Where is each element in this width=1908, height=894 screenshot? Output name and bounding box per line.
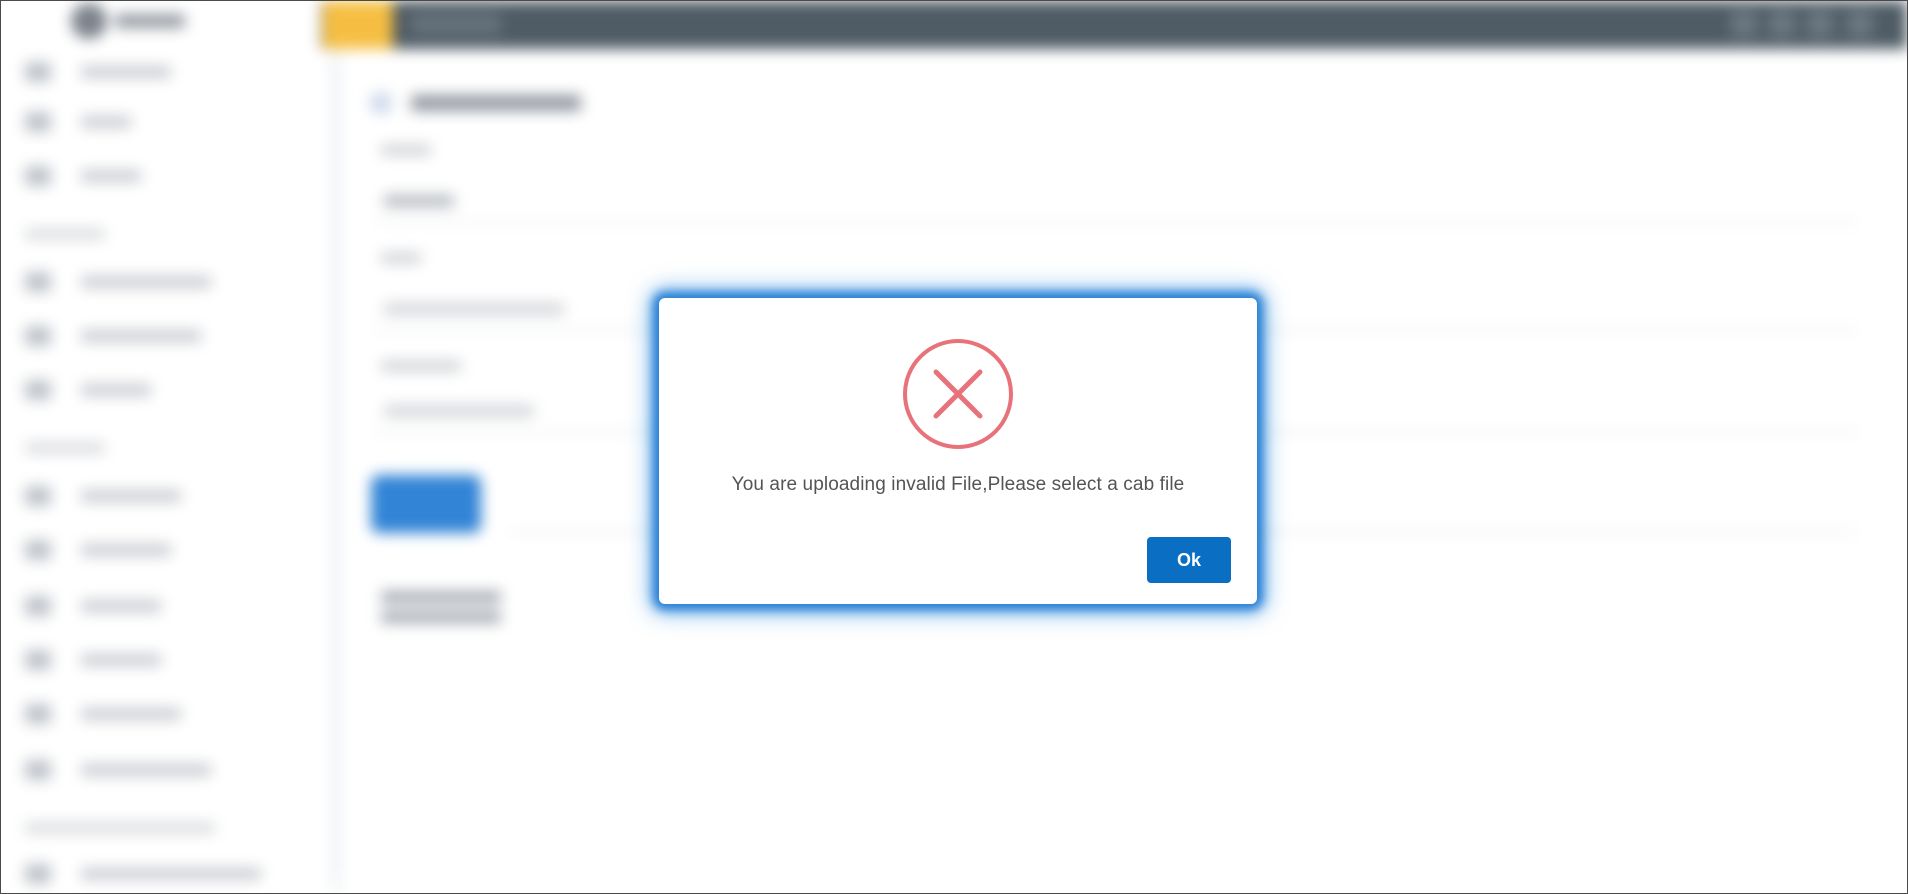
sidebar-item: [25, 757, 285, 783]
sidebar-item: [25, 163, 285, 189]
sidebar-item: [25, 647, 285, 673]
top-bar-accent: [323, 1, 393, 49]
sidebar-item: [25, 701, 285, 727]
form-field: [376, 181, 1856, 223]
top-bar: [321, 1, 1907, 49]
sidebar-section-heading: [25, 229, 105, 239]
page-title: [371, 93, 581, 113]
sidebar: [1, 1, 341, 893]
sidebar-item: [25, 593, 285, 619]
sidebar-item: [25, 537, 285, 563]
sidebar-item: [25, 269, 285, 295]
top-bar-button: [1847, 11, 1873, 37]
upload-button: [371, 475, 481, 533]
sidebar-item: [25, 861, 285, 887]
top-bar-breadcrumb: [411, 13, 501, 35]
field-label: [381, 361, 461, 371]
note-text: [381, 611, 501, 623]
error-x-circle-icon: [903, 339, 1013, 449]
sidebar-item: [25, 377, 285, 403]
note-text: [381, 591, 501, 603]
dialog-message: You are uploading invalid File,Please se…: [731, 474, 1185, 495]
error-dialog: You are uploading invalid File,Please se…: [659, 298, 1257, 604]
sidebar-item: [25, 483, 285, 509]
top-bar-button: [1807, 11, 1833, 37]
field-label: [381, 253, 421, 263]
sidebar-section-heading: [25, 823, 215, 833]
field-label: [381, 145, 431, 155]
sidebar-item: [25, 323, 285, 349]
logo: [71, 3, 191, 39]
sidebar-item: [25, 109, 285, 135]
top-bar-button: [1769, 11, 1795, 37]
sidebar-section-heading: [25, 443, 105, 453]
ok-button[interactable]: Ok: [1147, 537, 1231, 583]
sidebar-item: [25, 59, 285, 85]
top-bar-button: [1731, 11, 1757, 37]
app-window: You are uploading invalid File,Please se…: [0, 0, 1908, 894]
